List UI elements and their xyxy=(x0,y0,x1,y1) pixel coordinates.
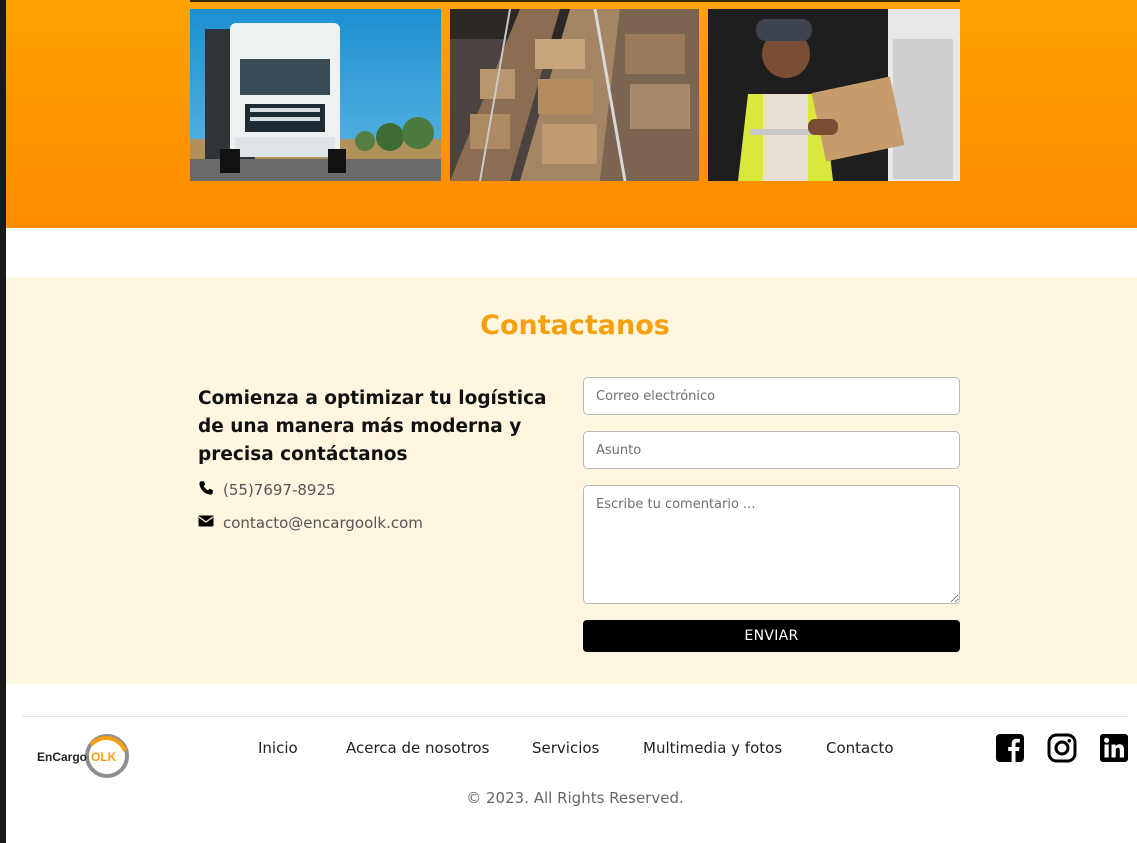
comment-field[interactable] xyxy=(583,485,960,604)
subject-field[interactable] xyxy=(583,431,960,469)
contact-section: Contactanos Comienza a optimizar tu logí… xyxy=(6,277,1137,684)
contact-heading: Comienza a optimizar tu logística de una… xyxy=(198,388,547,465)
nav-contact[interactable]: Contacto xyxy=(826,739,894,757)
phone-icon xyxy=(198,480,214,500)
envelope-icon xyxy=(198,513,214,533)
phone-info: (55)7697-8925 xyxy=(198,480,336,500)
nav-media[interactable]: Multimedia y fotos xyxy=(643,739,782,757)
email-field[interactable] xyxy=(583,377,960,415)
email-address: contacto@encargoolk.com xyxy=(223,514,423,532)
nav-inicio[interactable]: Inicio xyxy=(258,739,298,757)
nav-about[interactable]: Acerca de nosotros xyxy=(346,739,489,757)
gallery-top-edge xyxy=(190,0,960,2)
email-info: contacto@encargoolk.com xyxy=(198,513,423,533)
window-edge xyxy=(0,0,6,843)
truck-photo xyxy=(190,9,441,181)
footer-divider xyxy=(22,716,1128,717)
linkedin-icon[interactable] xyxy=(1099,733,1129,763)
nav-services[interactable]: Servicios xyxy=(532,739,599,757)
warehouse-photo xyxy=(450,9,699,181)
contact-title: Contactanos xyxy=(480,310,670,341)
copyright-text: © 2023. All Rights Reserved. xyxy=(466,789,684,807)
instagram-icon[interactable] xyxy=(1047,733,1077,763)
send-button[interactable]: ENVIAR xyxy=(583,620,960,652)
worker-photo xyxy=(708,9,960,181)
footer-nav: Inicio Acerca de nosotros Servicios Mult… xyxy=(0,739,1137,761)
facebook-icon[interactable] xyxy=(995,733,1025,763)
phone-number: (55)7697-8925 xyxy=(223,481,336,499)
